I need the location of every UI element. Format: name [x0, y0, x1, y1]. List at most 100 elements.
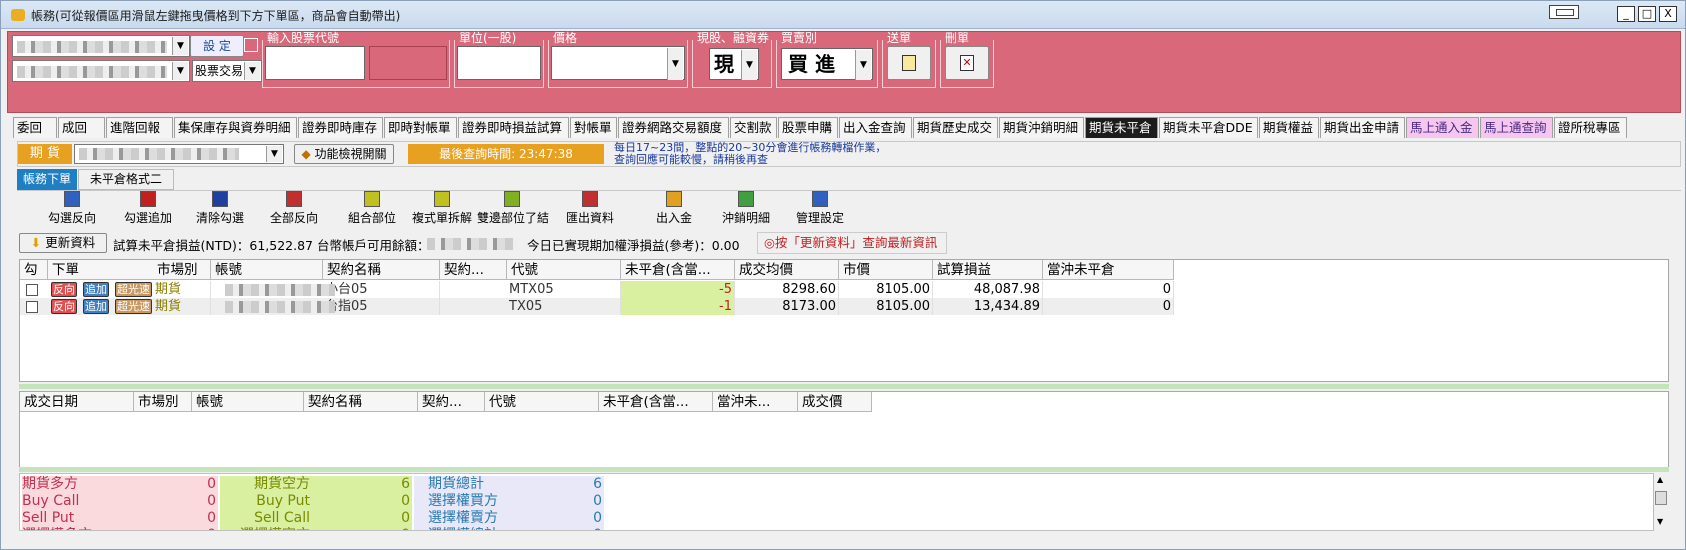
pos-header-5[interactable]: 契約... [440, 260, 507, 280]
pos-header-1[interactable]: 下單 [48, 260, 163, 280]
detail-header-5[interactable]: 代號 [485, 392, 599, 412]
set-button[interactable]: 設 定 [190, 35, 244, 57]
account-select-1[interactable]: ▼ [12, 35, 190, 57]
tab-2[interactable]: 進階回報 [106, 117, 173, 138]
row-checkbox[interactable] [26, 301, 38, 313]
pos-header-9[interactable]: 市價 [839, 260, 933, 280]
pos-header-11[interactable]: 當沖未平倉 [1043, 260, 1174, 280]
fast-order-button[interactable]: 超光速 [115, 282, 152, 297]
pos-header-2[interactable]: 市場別 [153, 260, 211, 280]
tab-14[interactable]: 期貨未平倉 [1085, 117, 1158, 138]
cancel-order-button[interactable]: ✕ [945, 46, 989, 80]
settings-icon[interactable] [244, 38, 258, 52]
tab-4[interactable]: 證券即時庫存 [298, 117, 383, 138]
toolbar-8[interactable]: 出入金 [639, 191, 709, 227]
account-select-2[interactable]: ▼ [12, 60, 190, 82]
tab-11[interactable]: 出入金查詢 [839, 117, 912, 138]
summary-long-value: 0 [122, 527, 218, 530]
pos-header-6[interactable]: 代號 [507, 260, 621, 280]
tab-13[interactable]: 期貨沖銷明細 [999, 117, 1084, 138]
tab-7[interactable]: 對帳單 [570, 117, 617, 138]
cash-margin-select[interactable]: 現 ▼ [709, 48, 759, 80]
pos-header-3[interactable]: 帳號 [211, 260, 323, 280]
toolbar-9[interactable]: 沖銷明細 [711, 191, 781, 227]
toolbar-10[interactable]: 管理設定 [785, 191, 855, 227]
tab-10[interactable]: 股票申購 [778, 117, 838, 138]
toolbar-7[interactable]: 匯出資料 [555, 191, 625, 227]
detail-header-8[interactable]: 成交價 [798, 392, 872, 412]
reverse-button[interactable]: 反向 [51, 299, 77, 314]
toolbar-5[interactable]: 複式單拆解 [407, 191, 477, 227]
unit-input[interactable] [457, 46, 541, 80]
summary-short-value: 6 [316, 476, 412, 493]
tab-9[interactable]: 交割款 [730, 117, 777, 138]
pos-header-7[interactable]: 未平倉(含當... [621, 260, 735, 280]
toolbar-6[interactable]: 雙邊部位了結 [477, 191, 550, 227]
minimize-button[interactable]: _ [1617, 6, 1635, 22]
tab-12[interactable]: 期貨歷史成交 [913, 117, 998, 138]
tab-15[interactable]: 期貨未平倉DDE [1159, 117, 1258, 138]
subtab-format2[interactable]: 未平倉格式二 [78, 169, 174, 190]
tab-18[interactable]: 馬上通入金 [1406, 117, 1479, 138]
close-button[interactable]: X [1659, 6, 1677, 22]
tab-16[interactable]: 期貨權益 [1259, 117, 1319, 138]
send-order-button[interactable] [887, 46, 931, 80]
detail-header-6[interactable]: 未平倉(含當... [599, 392, 713, 412]
tab-20[interactable]: 證所稅專區 [1554, 117, 1627, 138]
price-input[interactable]: ▼ [551, 46, 685, 80]
cell-open: -1 [621, 298, 735, 315]
tab-3[interactable]: 集保庫存與資券明細 [174, 117, 297, 138]
positions-grid: 勾下單 市場別 帳號 契約名稱 契約... 代號 未平倉(含當... 成交均價 市價 試算損益 當沖… [19, 259, 1669, 382]
detail-header-1[interactable]: 市場別 [134, 392, 192, 412]
splitter-1[interactable] [19, 384, 1669, 389]
function-toggle-button[interactable]: ◆ 功能檢視開關 [294, 144, 394, 164]
toolbar-3[interactable]: 全部反向 [259, 191, 329, 227]
toolbar-1[interactable]: 勾選追加 [113, 191, 183, 227]
maximize-button[interactable]: □ [1638, 6, 1656, 22]
row-checkbox[interactable] [26, 284, 38, 296]
subtab-order[interactable]: 帳務下單 [17, 169, 77, 190]
tab-19[interactable]: 馬上通查詢 [1480, 117, 1553, 138]
cell-mkt: 8105.00 [839, 281, 933, 298]
scroll-down-icon: ▼ [1657, 517, 1664, 526]
summary-short-label: Buy Put [220, 493, 316, 510]
futures-bar: 期 貨 ▼ ◆ 功能檢視開關 最後查詢時間: 23:47:38 每日17~23間… [17, 141, 1681, 167]
stock-code-input[interactable] [265, 46, 365, 80]
detail-header-3[interactable]: 契約名稱 [304, 392, 418, 412]
pos-header-8[interactable]: 成交均價 [735, 260, 839, 280]
help-icon[interactable] [1549, 5, 1579, 19]
detail-header-2[interactable]: 帳號 [192, 392, 304, 412]
toolbar-icon-1 [140, 191, 156, 207]
detail-header-7[interactable]: 當沖未... [713, 392, 798, 412]
tab-0[interactable]: 委回 [13, 117, 57, 138]
detail-header-0[interactable]: 成交日期 [20, 392, 134, 412]
refresh-button[interactable]: ⬇ 更新資料 [19, 233, 107, 253]
futures-account-select[interactable]: ▼ [74, 144, 284, 164]
delete-icon: ✕ [960, 55, 974, 71]
pos-header-0[interactable]: 勾 [20, 260, 48, 280]
reverse-button[interactable]: 反向 [51, 282, 77, 297]
trade-type-select[interactable]: 股票交易 ▼ [192, 60, 262, 82]
tab-6[interactable]: 證券即時損益試算 [458, 117, 569, 138]
splitter-2[interactable] [19, 467, 1669, 472]
add-button[interactable]: 追加 [83, 282, 109, 297]
toolbar-label-6: 雙邊部位了結 [477, 211, 550, 225]
tab-5[interactable]: 即時對帳單 [384, 117, 457, 138]
tab-17[interactable]: 期貨出金申請 [1320, 117, 1405, 138]
toolbar-4[interactable]: 組合部位 [337, 191, 407, 227]
toolbar-icon-0 [64, 191, 80, 207]
subtab-strip: 帳務下單 未平倉格式二 [17, 169, 1681, 191]
buy-sell-select[interactable]: 買 進 ▼ [781, 48, 873, 80]
pos-header-4[interactable]: 契約名稱 [323, 260, 440, 280]
add-button[interactable]: 追加 [83, 299, 109, 314]
tab-1[interactable]: 成回 [58, 117, 105, 138]
toolbar-0[interactable]: 勾選反向 [37, 191, 107, 227]
pos-header-10[interactable]: 試算損益 [933, 260, 1043, 280]
toolbar-label-10: 管理設定 [795, 211, 844, 225]
toolbar-2[interactable]: 清除勾選 [185, 191, 255, 227]
toolbar-icon-5 [434, 191, 450, 207]
fast-order-button[interactable]: 超光速 [115, 299, 152, 314]
detail-header-4[interactable]: 契約... [418, 392, 485, 412]
summary-scrollbar[interactable]: ▲ ▼ [1653, 473, 1669, 531]
tab-8[interactable]: 證券網路交易額度 [618, 117, 729, 138]
